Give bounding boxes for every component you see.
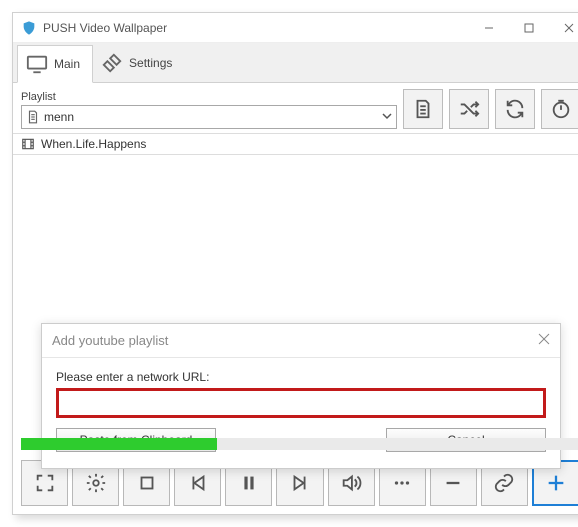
maximize-button[interactable] <box>509 13 549 43</box>
window-title: PUSH Video Wallpaper <box>43 21 469 35</box>
playlist-toolbar: Playlist menn <box>13 83 578 133</box>
dialog-prompt: Please enter a network URL: <box>56 370 546 384</box>
app-window: PUSH Video Wallpaper Main Settings Playl <box>12 12 578 515</box>
minimize-button[interactable] <box>469 13 509 43</box>
timer-button[interactable] <box>541 89 578 129</box>
progress-fill <box>21 438 217 450</box>
progress-bar[interactable] <box>21 438 578 450</box>
tab-main[interactable]: Main <box>17 45 93 83</box>
close-button[interactable] <box>549 13 578 43</box>
film-icon <box>21 137 35 151</box>
playlist-selected: menn <box>44 110 378 124</box>
chevron-down-icon <box>382 110 392 124</box>
app-shield-icon <box>21 20 37 36</box>
shuffle-button[interactable] <box>449 89 489 129</box>
dialog-close-button[interactable] <box>538 333 550 348</box>
playlist-open-button[interactable] <box>403 89 443 129</box>
playlist-item[interactable]: When.Life.Happens <box>13 133 578 155</box>
dialog-title: Add youtube playlist <box>52 333 538 348</box>
tab-bar: Main Settings <box>13 43 578 83</box>
url-input[interactable] <box>56 388 546 418</box>
content-area: Add youtube playlist Please enter a netw… <box>13 155 578 434</box>
document-icon <box>26 110 40 124</box>
tab-settings-label: Settings <box>129 56 172 70</box>
playlist-dropdown[interactable]: menn <box>21 105 397 129</box>
tools-icon <box>101 52 123 74</box>
playlist-item-label: When.Life.Happens <box>41 137 146 151</box>
titlebar: PUSH Video Wallpaper <box>13 13 578 43</box>
tab-main-label: Main <box>54 57 80 71</box>
tab-settings[interactable]: Settings <box>93 44 184 82</box>
refresh-button[interactable] <box>495 89 535 129</box>
monitor-icon <box>26 53 48 75</box>
playlist-label: Playlist <box>21 91 397 103</box>
